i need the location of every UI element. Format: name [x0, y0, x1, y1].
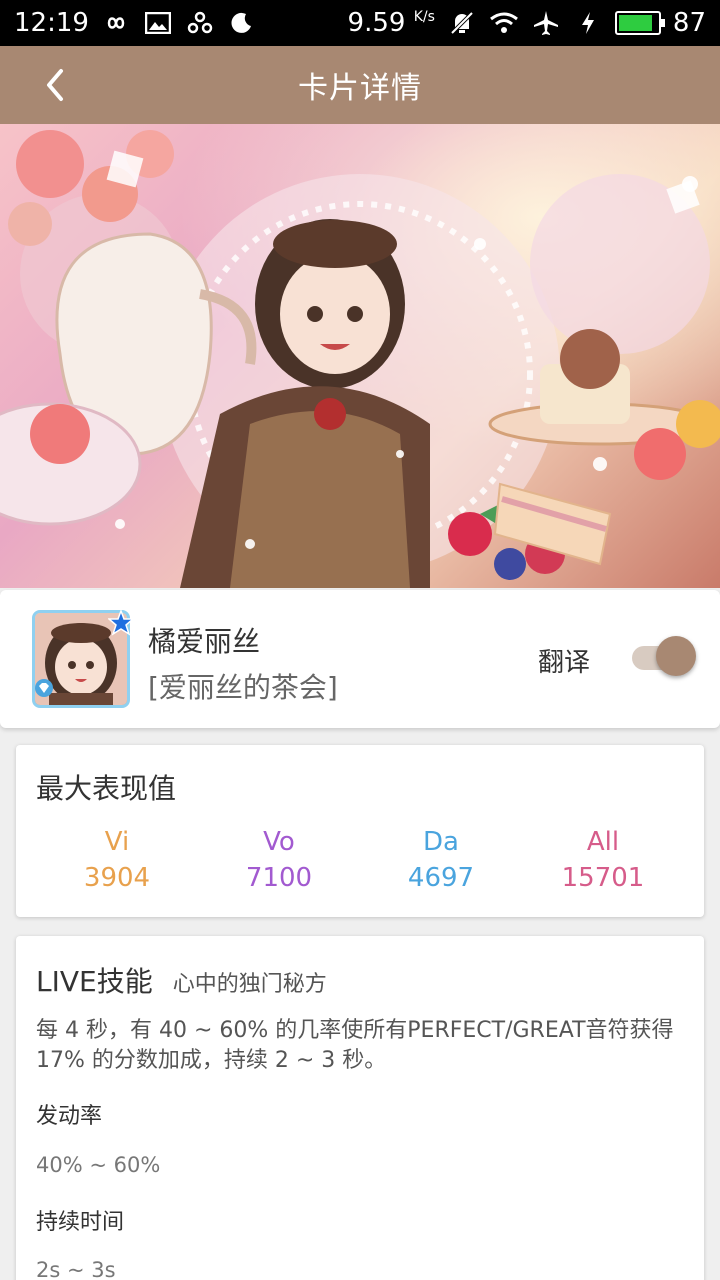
- chevron-left-icon: [47, 69, 63, 101]
- skill-title: LIVE技能: [36, 965, 153, 998]
- stat-vo: Vo 7100: [209, 827, 349, 893]
- stat-label: Vo: [263, 827, 295, 857]
- duration-label: 持续时间: [36, 1210, 125, 1235]
- airplane-icon: [531, 8, 561, 38]
- moon-icon: [227, 8, 257, 38]
- status-time: 12:19: [14, 8, 89, 38]
- gem-badge-icon: [34, 678, 54, 698]
- stat-label: All: [586, 827, 620, 857]
- star-badge-icon: [106, 608, 136, 636]
- idol-name: 橘爱丽丝: [148, 625, 261, 658]
- stat-label: Vi: [104, 827, 130, 857]
- stat-all: All 15701: [533, 827, 673, 893]
- page-title: 卡片详情: [298, 71, 422, 106]
- live-skill-card: LIVE技能 心中的独门秘方 每 4 秒，有 40 ~ 60% 的几率使所有PE…: [16, 936, 704, 1280]
- translate-toggle[interactable]: [632, 636, 696, 676]
- stats-title: 最大表现值: [36, 772, 177, 805]
- card-illustration: [0, 124, 720, 588]
- stat-value: 7100: [245, 863, 313, 893]
- stat-da: Da 4697: [371, 827, 511, 893]
- app-bar: 卡片详情: [0, 46, 720, 124]
- activation-rate-value: 40% ~ 60%: [36, 1153, 161, 1177]
- back-button[interactable]: [30, 60, 80, 110]
- skill-description: 每 4 秒，有 40 ~ 60% 的几率使所有PERFECT/GREAT音符获得…: [36, 1018, 674, 1073]
- toggle-thumb: [656, 636, 696, 676]
- battery-icon: [614, 11, 665, 35]
- infinity-icon: [101, 8, 131, 38]
- duration-value: 2s ~ 3s: [36, 1258, 116, 1280]
- battery-percent: 87: [672, 8, 706, 38]
- max-stats-card: 最大表现值 Vi 3904 Vo 7100 Da 4697 All 15701: [16, 745, 704, 917]
- stat-label: Da: [423, 827, 459, 857]
- stat-value: 15701: [561, 863, 645, 893]
- activation-rate-label: 发动率: [36, 1104, 103, 1129]
- stat-value: 4697: [407, 863, 475, 893]
- image-icon: [143, 8, 173, 38]
- network-icon: [185, 8, 215, 38]
- skill-header: LIVE技能 心中的独门秘方: [36, 960, 327, 1000]
- mute-bell-icon: [447, 8, 477, 38]
- network-speed: 9.59 K/s: [347, 8, 435, 38]
- stat-vi: Vi 3904: [47, 827, 187, 893]
- charging-icon: [573, 8, 603, 38]
- card-profile: 橘爱丽丝 [爱丽丝的茶会] 翻译: [0, 590, 720, 728]
- card-title: [爱丽丝的茶会]: [148, 671, 338, 704]
- skill-name: 心中的独门秘方: [172, 972, 327, 997]
- stat-value: 3904: [83, 863, 151, 893]
- wifi-icon: [489, 8, 519, 38]
- status-bar: 12:19 9.59 K/s 87: [0, 0, 720, 46]
- translate-label: 翻译: [538, 648, 591, 678]
